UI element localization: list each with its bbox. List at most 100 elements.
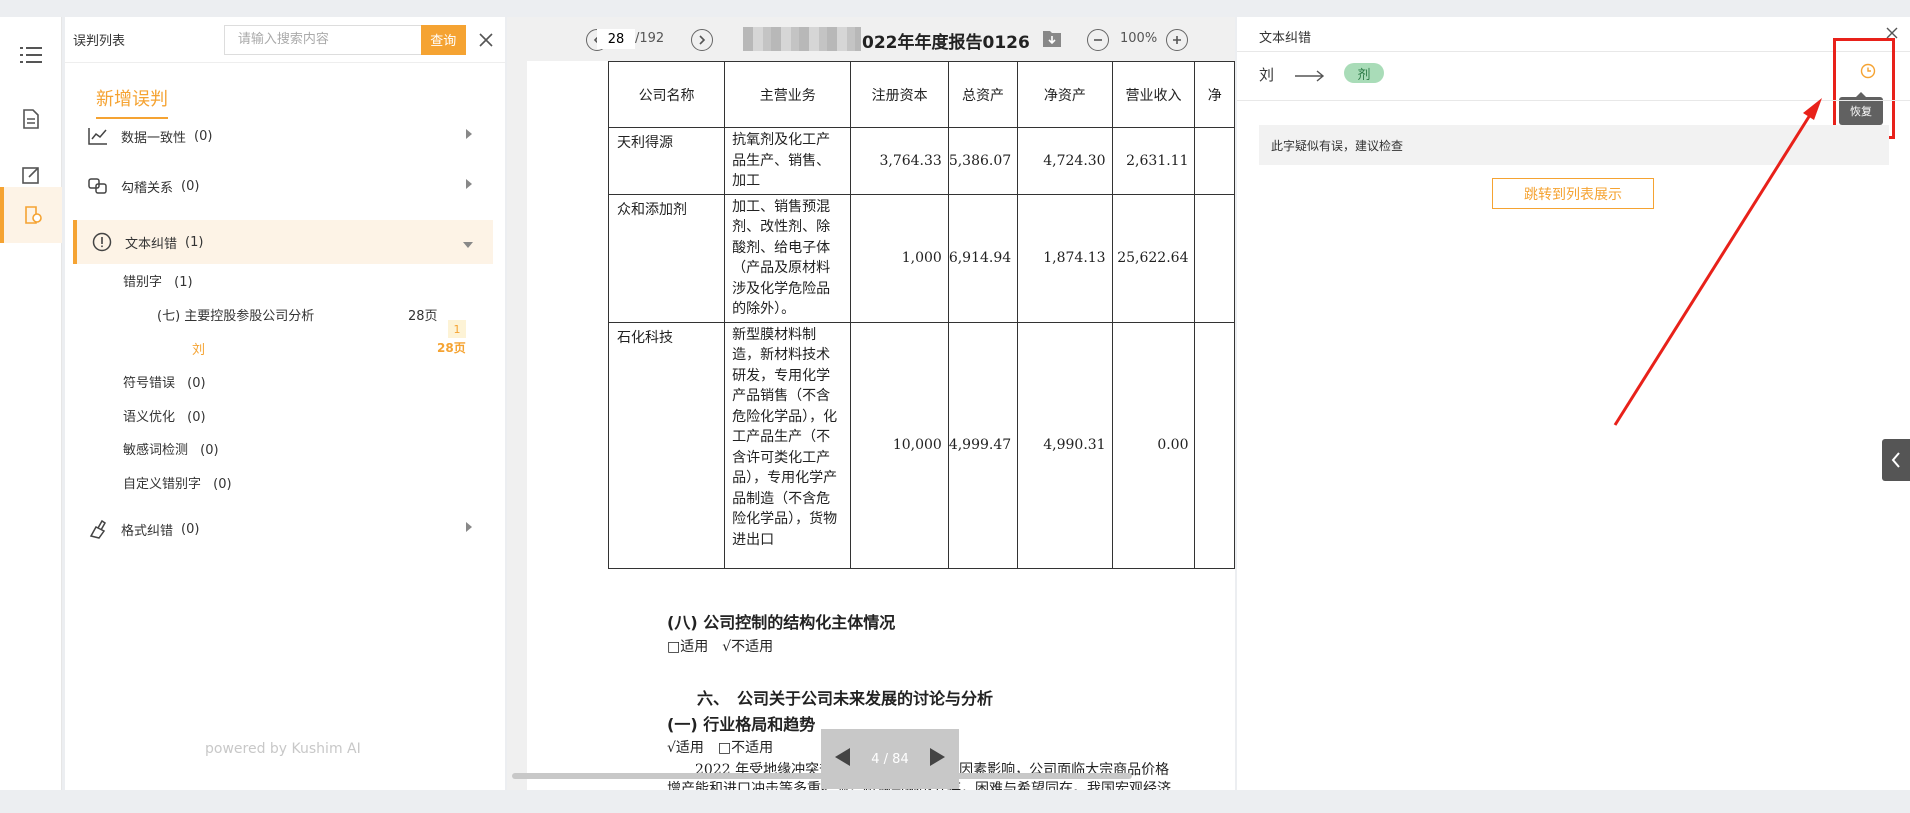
- arrow-right-icon: [1295, 67, 1325, 86]
- col-header: 公司名称: [607, 61, 726, 128]
- subcategory-symbol[interactable]: 符号错误 (0): [123, 372, 206, 391]
- cell-assets: 6,914.94: [947, 193, 1019, 323]
- panel-header: 误判列表 查询: [65, 17, 505, 63]
- subcategory-custom[interactable]: 自定义错别字 (0): [123, 473, 232, 492]
- zoom-level: 100%: [1120, 31, 1158, 46]
- col-header: 营业收入: [1111, 61, 1196, 128]
- cell-net-assets: 1,874.13: [1017, 193, 1113, 323]
- line-chart-icon: [87, 125, 109, 147]
- next-page-icon[interactable]: [691, 29, 713, 51]
- subcategory-label: 敏感词检测: [123, 443, 189, 458]
- cell-company: 天利得源: [607, 127, 726, 195]
- cell-capital: 1,000: [850, 193, 949, 323]
- page-total: /192: [635, 31, 665, 46]
- text-correction-panel: 文本纠错 刘 剂 恢复 此字疑似有误，建议检查 跳转到列表展示: [1237, 17, 1910, 790]
- category-data-consistency[interactable]: 数据一致性 (0): [73, 114, 493, 158]
- jump-to-list-button[interactable]: 跳转到列表展示: [1492, 178, 1654, 209]
- cell-empty: [1194, 321, 1235, 569]
- section-item[interactable]: (七) 主要控股参股公司分析: [157, 305, 314, 324]
- col-header: 净资产: [1017, 61, 1113, 128]
- section-heading: (八) 公司控制的结构化主体情况: [667, 613, 896, 632]
- horizontal-scrollbar[interactable]: [512, 773, 1132, 779]
- subcategory-count: (0): [187, 410, 206, 425]
- close-icon[interactable]: [476, 29, 497, 51]
- category-reconciliation[interactable]: 勾稽关系 (0): [73, 164, 493, 208]
- pager-prev-icon[interactable]: [835, 748, 851, 770]
- search-button[interactable]: 查询: [420, 24, 466, 55]
- caret-right-icon: [465, 178, 473, 193]
- subcategory-semantic[interactable]: 语义优化 (0): [123, 406, 206, 425]
- left-icon-rail: [0, 17, 62, 790]
- right-panel-title: 文本纠错: [1259, 31, 1312, 46]
- section-page: 28页: [408, 309, 438, 324]
- alert-circle-icon: [91, 231, 113, 253]
- error-list-panel: 误判列表 查询 新增误判 数据一致性 (0) 勾稽关系 (0): [65, 17, 505, 790]
- zoom-out-icon[interactable]: [1087, 29, 1109, 51]
- caret-down-icon: [463, 238, 473, 253]
- category-count: (0): [194, 128, 213, 144]
- suggested-word[interactable]: 剂: [1344, 63, 1384, 83]
- document-viewer: /192 022年年度报告0126 100% 公司名称 主营业务: [507, 17, 1235, 790]
- subcategory-typo[interactable]: 错别字 (1): [123, 271, 193, 290]
- document-title: 022年年度报告0126: [862, 33, 1030, 53]
- category-count: (0): [181, 521, 200, 537]
- search-input[interactable]: [223, 24, 421, 55]
- caret-right-icon: [465, 128, 473, 143]
- table-header-row: 公司名称 主营业务 注册资本 总资产 净资产 营业收入 净: [607, 61, 1235, 128]
- category-label: 勾稽关系: [121, 180, 174, 196]
- divider: [1237, 100, 1910, 101]
- col-header: 总资产: [947, 61, 1019, 128]
- panel-title: 误判列表: [73, 34, 126, 49]
- cell-capital: 3,764.33: [850, 127, 949, 195]
- error-word-item[interactable]: 刘: [192, 339, 205, 358]
- document-icon[interactable]: [0, 91, 62, 147]
- collapse-chevron-icon[interactable]: [1882, 439, 1910, 481]
- subcategory-count: (0): [200, 443, 219, 458]
- zoom-in-icon[interactable]: [1166, 29, 1188, 51]
- redacted-title-prefix: [743, 27, 861, 51]
- table-row: 天利得源 抗氧剂及化工产品生产、销售、加工 3,764.33 5,386.07 …: [607, 127, 1235, 195]
- count-badge: 1: [448, 320, 466, 338]
- section-heading: 六、 公司关于公司未来发展的讨论与分析: [697, 689, 994, 708]
- download-icon[interactable]: [1042, 28, 1062, 52]
- cell-net-assets: 4,990.31: [1017, 321, 1113, 569]
- subcategory-label: 语义优化: [123, 410, 176, 425]
- subcategory-label: 符号错误: [123, 376, 176, 391]
- page-pager: 4 / 84: [821, 729, 959, 789]
- original-word: 刘: [1259, 66, 1275, 84]
- cell-business: 抗氧剂及化工产品生产、销售、加工: [724, 127, 852, 195]
- cell-revenue: 0.00: [1111, 321, 1196, 569]
- cell-net-assets: 4,724.30: [1017, 127, 1113, 195]
- pager-next-icon[interactable]: [929, 748, 945, 770]
- highlight-box: [1833, 38, 1895, 139]
- cell-revenue: 25,622.64: [1111, 193, 1196, 323]
- subcategory-count: (1): [174, 275, 193, 290]
- cell-company: 众和添加剂: [607, 193, 726, 323]
- document-page: 公司名称 主营业务 注册资本 总资产 净资产 营业收入 净 天利得源 抗氧剂及化…: [527, 61, 1235, 790]
- brush-icon: [87, 518, 109, 540]
- list-icon[interactable]: [0, 27, 62, 83]
- page-number-input[interactable]: [597, 29, 635, 49]
- category-format-correction[interactable]: 格式纠错 (0): [73, 507, 493, 551]
- cell-business: 加工、销售预混剂、改性剂、除酸剂、给电子体（产品及原材料涉及化学危险品的除外）。: [724, 193, 852, 323]
- error-word-page: 28页: [437, 341, 466, 355]
- viewer-toolbar: /192 022年年度报告0126 100%: [507, 17, 1235, 61]
- subsidiary-table: 公司名称 主营业务 注册资本 总资产 净资产 营业收入 净 天利得源 抗氧剂及化…: [607, 61, 1235, 569]
- cell-empty: [1194, 193, 1235, 323]
- cell-capital: 10,000: [850, 321, 949, 569]
- cell-company: 石化科技: [607, 321, 726, 569]
- cell-empty: [1194, 127, 1235, 195]
- link-squares-icon: [87, 175, 109, 197]
- category-label: 文本纠错: [125, 236, 178, 252]
- section-options: □适用 √不适用: [667, 639, 774, 655]
- app-root: 误判列表 查询 新增误判 数据一致性 (0) 勾稽关系 (0): [0, 0, 1910, 813]
- subcategory-sensitive[interactable]: 敏感词检测 (0): [123, 439, 219, 458]
- cell-assets: 5,386.07: [947, 127, 1019, 195]
- section-options: √适用 □不适用: [667, 740, 774, 756]
- category-text-correction[interactable]: 文本纠错 (1): [73, 220, 493, 264]
- error-check-icon[interactable]: [0, 187, 62, 243]
- caret-right-icon: [465, 521, 473, 536]
- subcategory-count: (0): [213, 477, 232, 492]
- suggestion-message: 此字疑似有误，建议检查: [1259, 125, 1889, 165]
- col-header: 净: [1194, 61, 1235, 128]
